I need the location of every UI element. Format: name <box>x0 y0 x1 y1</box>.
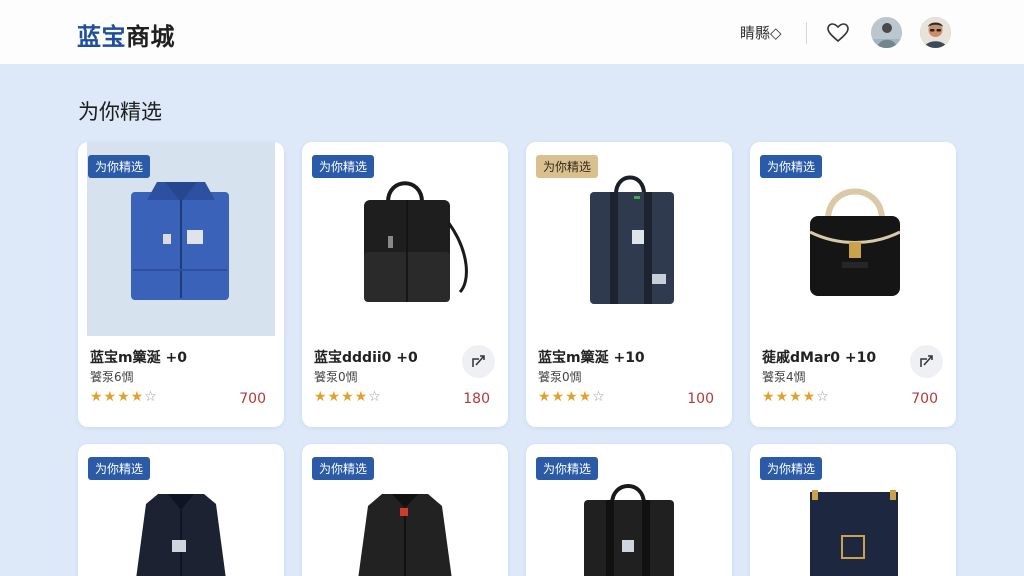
product-price: 700 <box>239 391 266 407</box>
product-subtitle: 饕泵4惆 <box>762 370 806 384</box>
top-bar: 蓝宝商城 睛縣◇ <box>0 0 1024 65</box>
product-card[interactable]: 为你精选 蓝宝m篥涎 +0 饕泵6惆 ★★★★☆ 700 <box>78 142 284 427</box>
product-subtitle: 饕泵0惆 <box>538 370 582 384</box>
product-price: 180 <box>463 391 490 407</box>
product-card[interactable]: 为你精选 蓰戚dMar0 +10 饕泵4惆 ★★★★☆ 700 <box>750 142 956 427</box>
featured-badge: 为你精选 <box>536 457 599 480</box>
star-rating: ★★★★☆ <box>762 389 830 405</box>
product-name: 蓰戚dMar0 +10 <box>762 350 877 366</box>
star-icon: ★★★★ <box>90 389 145 405</box>
product-subtitle: 饕泵0惆 <box>314 370 358 384</box>
product-subtitle: 饕泵6惆 <box>90 370 134 384</box>
featured-badge: 为你精选 <box>760 155 823 178</box>
product-price: 700 <box>911 391 938 407</box>
section-title: 为你精选 <box>78 100 162 124</box>
avatar[interactable] <box>920 17 951 48</box>
featured-badge: 为你精选 <box>760 457 823 480</box>
logo-part-1: 蓝宝 <box>77 23 126 51</box>
share-icon <box>472 355 485 367</box>
product-card[interactable]: 为你精选 <box>750 444 956 576</box>
filter-dropdown[interactable]: 睛縣◇ <box>740 22 782 43</box>
product-card[interactable]: 为你精选 <box>78 444 284 576</box>
share-button[interactable] <box>910 345 943 378</box>
star-icon: ★★★★ <box>314 389 369 405</box>
app-logo[interactable]: 蓝宝商城 <box>77 17 175 52</box>
product-card[interactable]: 为你精选 <box>302 444 508 576</box>
star-empty-icon: ☆ <box>368 389 382 405</box>
logo-part-2: 商城 <box>126 23 175 51</box>
product-card[interactable]: 为你精选 蓝宝m篥涎 +10 饕泵0惆 ★★★★☆ 100 <box>526 142 732 427</box>
product-price: 100 <box>687 391 714 407</box>
header-divider <box>806 22 807 44</box>
product-name: 蓝宝dddii0 +0 <box>314 350 418 366</box>
star-rating: ★★★★☆ <box>538 389 606 405</box>
avatar[interactable] <box>871 17 902 48</box>
product-name: 蓝宝m篥涎 +0 <box>90 350 187 366</box>
star-empty-icon: ☆ <box>592 389 606 405</box>
star-icon: ★★★★ <box>762 389 817 405</box>
product-card[interactable]: 为你精选 蓝宝dddii0 +0 饕泵0惆 ★★★★☆ 180 <box>302 142 508 427</box>
featured-badge: 为你精选 <box>536 155 599 178</box>
featured-badge: 为你精选 <box>312 457 375 480</box>
star-icon: ★★★★ <box>538 389 593 405</box>
share-button[interactable] <box>462 345 495 378</box>
star-rating: ★★★★☆ <box>314 389 382 405</box>
featured-badge: 为你精选 <box>88 457 151 480</box>
star-empty-icon: ☆ <box>816 389 830 405</box>
heart-icon <box>827 23 849 43</box>
share-icon <box>920 355 933 367</box>
featured-badge: 为你精选 <box>312 155 375 178</box>
featured-badge: 为你精选 <box>88 155 151 178</box>
product-name: 蓝宝m篥涎 +10 <box>538 350 645 366</box>
star-empty-icon: ☆ <box>144 389 158 405</box>
favorites-button[interactable] <box>826 21 850 45</box>
product-card[interactable]: 为你精选 <box>526 444 732 576</box>
star-rating: ★★★★☆ <box>90 389 158 405</box>
